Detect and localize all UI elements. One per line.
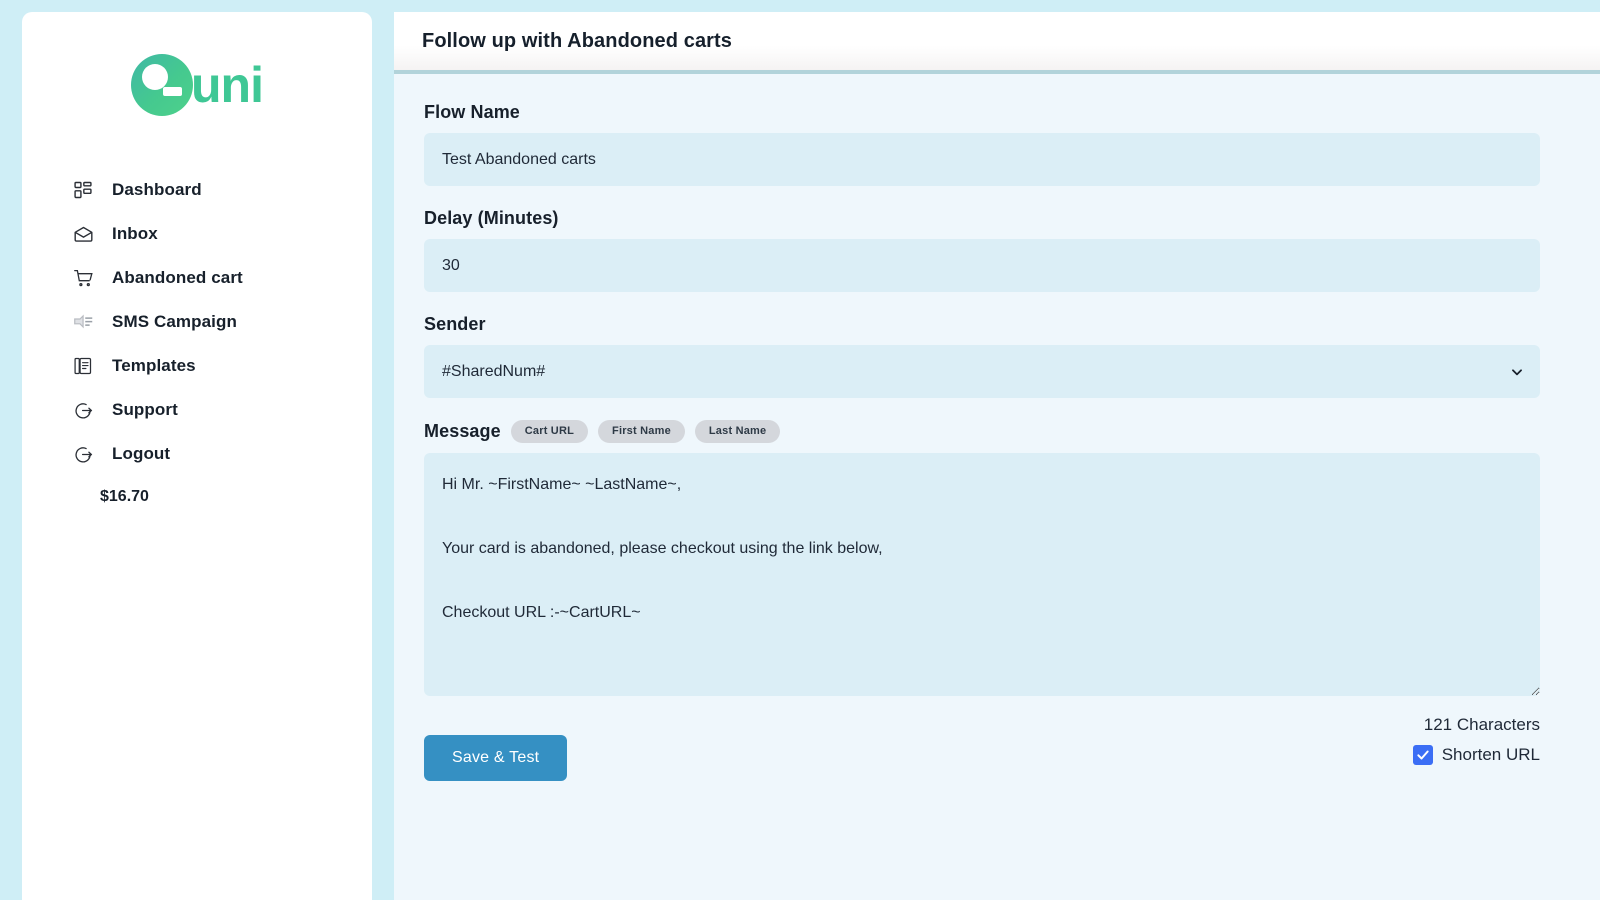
flow-name-label: Flow Name xyxy=(424,102,520,122)
sender-field-group: Sender #SharedNum# xyxy=(424,314,1540,398)
shopping-cart-icon xyxy=(72,267,94,289)
save-and-test-button[interactable]: Save & Test xyxy=(424,735,568,781)
sidebar: uni Dashboard Inbox Abandoned cart SMS C… xyxy=(22,12,372,900)
logo-g-circle-icon xyxy=(131,54,193,116)
sidebar-item-label: Logout xyxy=(112,444,171,463)
sms-campaign-icon xyxy=(72,311,94,333)
token-first-name[interactable]: First Name xyxy=(598,420,685,443)
sidebar-item-templates[interactable]: Templates xyxy=(22,344,372,388)
page-title: Follow up with Abandoned carts xyxy=(422,29,733,52)
sidebar-item-label: Templates xyxy=(112,356,196,375)
sidebar-item-sms-campaign[interactable]: SMS Campaign xyxy=(22,300,372,344)
page-header: Follow up with Abandoned carts xyxy=(394,12,1600,74)
logout-arrow-icon xyxy=(72,443,94,465)
delay-field-group: Delay (Minutes) xyxy=(424,208,1540,292)
message-label: Message xyxy=(424,421,501,441)
token-last-name[interactable]: Last Name xyxy=(694,420,781,443)
sidebar-item-abandoned-cart[interactable]: Abandoned cart xyxy=(22,256,372,300)
sidebar-item-label: Dashboard xyxy=(112,180,202,199)
message-textarea[interactable]: Hi Mr. ~FirstName~ ~LastName~, Your card… xyxy=(424,453,1540,696)
flow-name-input[interactable] xyxy=(424,133,1540,186)
message-meta: 121 Characters Shorten URL xyxy=(1412,715,1540,765)
sidebar-item-label: SMS Campaign xyxy=(112,312,237,331)
flow-name-field-group: Flow Name xyxy=(424,102,1540,186)
sender-label: Sender xyxy=(424,314,486,334)
sidebar-item-label: Abandoned cart xyxy=(112,268,243,287)
form-footer: Save & Test 121 Characters Shorten URL xyxy=(424,715,1540,781)
sidebar-item-logout[interactable]: Logout xyxy=(22,432,372,476)
shorten-url-label: Shorten URL xyxy=(1441,745,1540,764)
sidebar-nav: Dashboard Inbox Abandoned cart SMS Campa… xyxy=(22,168,372,476)
delay-label: Delay (Minutes) xyxy=(424,208,559,228)
account-balance: $16.70 xyxy=(100,488,149,505)
brand-logo[interactable]: uni xyxy=(22,42,372,128)
inbox-tray-icon xyxy=(72,223,94,245)
support-arrow-icon xyxy=(72,399,94,421)
sidebar-item-dashboard[interactable]: Dashboard xyxy=(22,168,372,212)
shorten-url-row[interactable]: Shorten URL xyxy=(1412,745,1540,765)
main-content: Follow up with Abandoned carts Flow Name… xyxy=(394,12,1600,900)
character-count: 121 Characters xyxy=(1423,715,1540,734)
sidebar-item-label: Support xyxy=(112,400,178,419)
shorten-url-checkbox[interactable] xyxy=(1412,745,1433,765)
message-header: Message Cart URL First Name Last Name xyxy=(424,420,1540,443)
delay-input[interactable] xyxy=(424,239,1540,292)
flow-form-panel: Flow Name Delay (Minutes) Sender #Shared… xyxy=(394,74,1600,900)
app-root: uni Dashboard Inbox Abandoned cart SMS C… xyxy=(0,0,1600,900)
sidebar-item-label: Inbox xyxy=(112,224,158,243)
sidebar-item-inbox[interactable]: Inbox xyxy=(22,212,372,256)
sender-select-wrap: #SharedNum# xyxy=(424,345,1540,398)
token-cart-url[interactable]: Cart URL xyxy=(510,420,589,443)
dashboard-grid-icon xyxy=(72,179,94,201)
sidebar-item-support[interactable]: Support xyxy=(22,388,372,432)
sender-select[interactable]: #SharedNum# xyxy=(424,345,1540,398)
logo-text: uni xyxy=(191,57,264,113)
logo-lockup: uni xyxy=(131,54,264,116)
templates-documents-icon xyxy=(72,355,94,377)
